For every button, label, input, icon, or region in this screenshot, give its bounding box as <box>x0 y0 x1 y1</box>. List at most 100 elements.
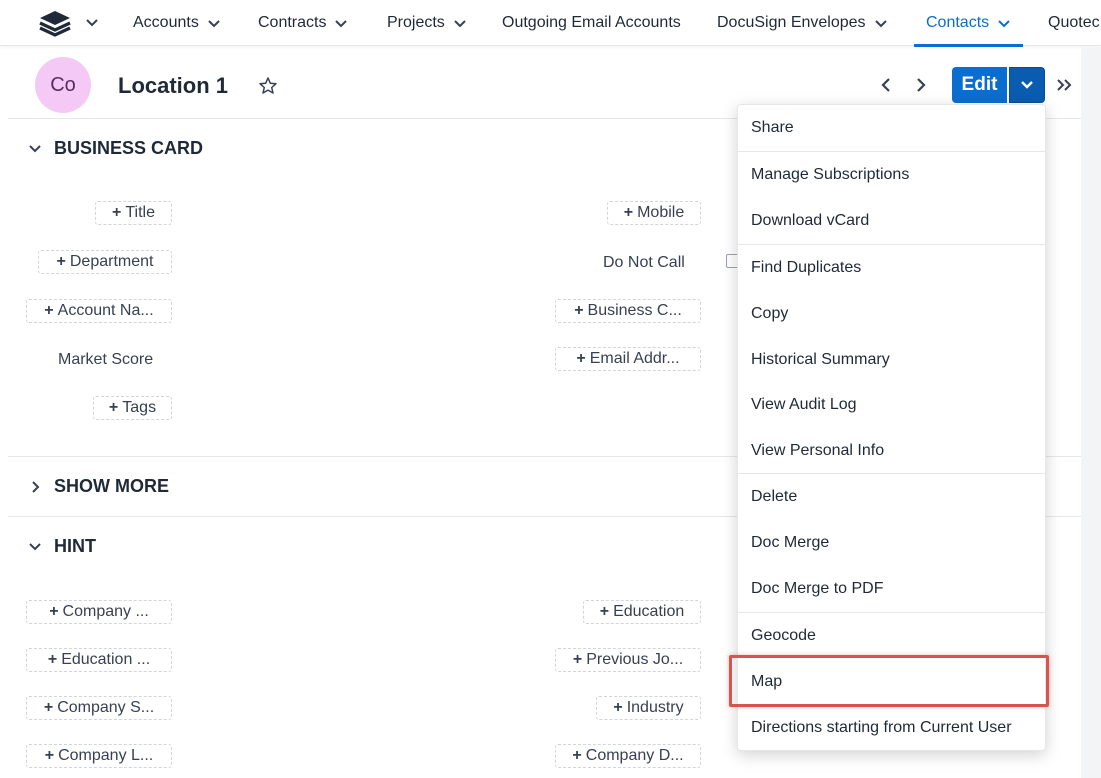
plus-icon: + <box>576 350 586 367</box>
add-business-card-field[interactable]: + Business C... <box>555 299 701 323</box>
field-label: Company L... <box>58 747 154 764</box>
nav-item-projects[interactable]: Projects <box>387 0 467 46</box>
plus-icon: + <box>108 399 119 416</box>
nav-item-outgoing-email-accounts[interactable]: Outgoing Email Accounts <box>502 0 681 46</box>
field-label: Company ... <box>62 603 149 620</box>
section-title: SHOW MORE <box>54 476 169 496</box>
add-company-description-field[interactable]: + Company D... <box>555 744 701 768</box>
add-mobile-field[interactable]: + Mobile <box>607 201 701 225</box>
section-title: BUSINESS CARD <box>54 138 204 158</box>
nav-item-label: Contracts <box>258 14 327 31</box>
add-account-name-field[interactable]: + Account Na... <box>26 299 172 323</box>
sugar-cube-logo-icon[interactable] <box>38 9 72 37</box>
chevron-down-icon[interactable] <box>84 14 100 30</box>
field-label: Previous Jo... <box>586 651 684 668</box>
business-card-section-header[interactable]: BUSINESS CARD <box>28 138 203 159</box>
menu-item-manage-subscriptions[interactable]: Manage Subscriptions <box>738 152 1045 198</box>
chevron-right-icon <box>32 480 40 493</box>
chevron-down-icon[interactable] <box>997 16 1011 30</box>
nav-item-contracts[interactable]: Contracts <box>258 0 348 46</box>
add-company-location-field[interactable]: + Company L... <box>26 744 172 768</box>
menu-item-doc-merge-to-pdf[interactable]: Doc Merge to PDF <box>738 566 1045 612</box>
plus-icon: + <box>572 747 582 764</box>
add-industry-field[interactable]: + Industry <box>596 696 701 720</box>
record-actions-menu: Share Manage Subscriptions Download vCar… <box>737 104 1046 751</box>
field-label: Account Na... <box>57 302 154 319</box>
menu-item-share[interactable]: Share <box>738 105 1045 151</box>
chevron-right-icon[interactable] <box>911 73 931 97</box>
chevron-left-icon[interactable] <box>876 73 896 97</box>
chevron-down-icon[interactable] <box>874 16 888 30</box>
field-label: Education ... <box>61 651 151 668</box>
plus-icon: + <box>56 253 66 270</box>
nav-item-label: Quotec <box>1048 14 1100 31</box>
menu-item-download-vcard[interactable]: Download vCard <box>738 198 1045 244</box>
show-more-section-header[interactable]: SHOW MORE <box>28 476 169 497</box>
menu-item-doc-merge[interactable]: Doc Merge <box>738 520 1045 566</box>
nav-item-label: Projects <box>387 14 445 31</box>
nav-item-label: Contacts <box>926 14 990 31</box>
nav-item-label: Accounts <box>133 14 199 31</box>
field-label: Business C... <box>587 302 682 319</box>
chevron-down-icon <box>29 144 41 152</box>
menu-item-geocode[interactable]: Geocode <box>738 613 1045 659</box>
add-email-address-field[interactable]: + Email Addr... <box>555 347 701 371</box>
section-title: HINT <box>54 536 96 556</box>
plus-icon: + <box>47 651 58 668</box>
chevron-down-icon <box>29 542 41 550</box>
plus-icon: + <box>574 302 584 319</box>
field-label: Industry <box>626 699 684 716</box>
menu-item-directions[interactable]: Directions starting from Current User <box>738 705 1045 751</box>
plus-icon: + <box>43 699 54 716</box>
menu-item-find-duplicates[interactable]: Find Duplicates <box>738 245 1045 291</box>
avatar: Co <box>35 57 91 113</box>
double-chevron-right-icon[interactable] <box>1054 75 1074 95</box>
field-label: Mobile <box>637 204 685 221</box>
hint-section-header[interactable]: HINT <box>28 536 96 557</box>
actions-dropdown-button[interactable] <box>1009 67 1045 103</box>
field-label: Tags <box>122 399 157 416</box>
plus-icon: + <box>44 302 54 319</box>
nav-item-docusign-envelopes[interactable]: DocuSign Envelopes <box>717 0 888 46</box>
chevron-down-icon[interactable] <box>334 16 348 30</box>
nav-item-contacts[interactable]: Contacts <box>914 0 1024 47</box>
field-label: Department <box>69 253 154 270</box>
plus-icon: + <box>112 204 122 221</box>
nav-item-label: DocuSign Envelopes <box>717 14 866 31</box>
plus-icon: + <box>599 603 610 620</box>
menu-item-copy[interactable]: Copy <box>738 291 1045 337</box>
chevron-down-icon <box>1021 81 1033 89</box>
nav-item-accounts[interactable]: Accounts <box>133 0 221 46</box>
field-label: Email Addr... <box>589 350 680 367</box>
plus-icon: + <box>613 699 623 716</box>
add-department-field[interactable]: + Department <box>38 250 172 274</box>
menu-item-view-audit-log[interactable]: View Audit Log <box>738 382 1045 428</box>
market-score-label: Market Score <box>58 351 154 368</box>
field-label: Company D... <box>585 747 684 764</box>
field-label: Education <box>613 603 685 620</box>
record-title: Location 1 <box>118 73 229 98</box>
add-title-field[interactable]: + Title <box>95 201 172 225</box>
nav-item-label: Outgoing Email Accounts <box>502 14 681 31</box>
menu-item-delete[interactable]: Delete <box>738 474 1045 520</box>
add-tags-field[interactable]: + Tags <box>93 396 172 420</box>
plus-icon: + <box>44 747 55 764</box>
field-label: Company S... <box>57 699 155 716</box>
menu-item-view-personal-info[interactable]: View Personal Info <box>738 428 1045 473</box>
add-previous-job-field[interactable]: + Previous Jo... <box>555 648 701 672</box>
chevron-down-icon[interactable] <box>453 16 467 30</box>
star-icon[interactable] <box>258 76 278 96</box>
plus-icon: + <box>623 204 634 221</box>
add-education-2-field[interactable]: + Education ... <box>26 648 172 672</box>
do-not-call-label: Do Not Call <box>603 254 685 271</box>
edit-button[interactable]: Edit <box>952 67 1007 103</box>
plus-icon: + <box>572 651 583 668</box>
add-education-field[interactable]: + Education <box>583 600 701 624</box>
field-label: Title <box>125 204 155 221</box>
scrollbar[interactable] <box>1081 47 1101 778</box>
chevron-down-icon[interactable] <box>207 16 221 30</box>
menu-item-historical-summary[interactable]: Historical Summary <box>738 337 1045 382</box>
add-company-field[interactable]: + Company ... <box>26 600 172 624</box>
nav-item-quotes[interactable]: Quotec <box>1048 0 1100 46</box>
add-company-size-field[interactable]: + Company S... <box>26 696 172 720</box>
